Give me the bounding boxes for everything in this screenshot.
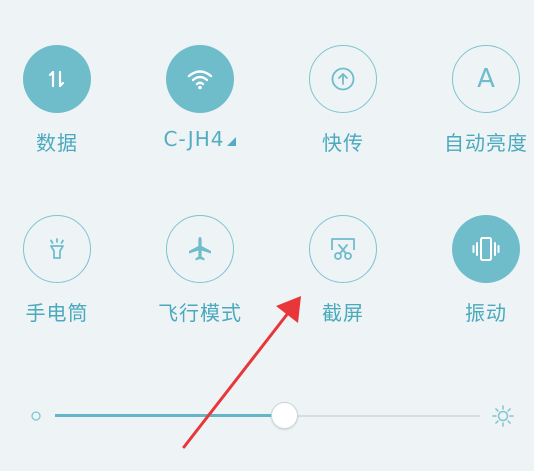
wifi-network-label: C-JH4: [145, 127, 255, 151]
wifi-icon: [187, 70, 213, 90]
wifi-ssid: C-JH4: [163, 127, 225, 151]
wifi-toggle-button[interactable]: [166, 45, 234, 113]
tile-label: 手电筒: [25, 301, 89, 325]
airplane-icon: [189, 237, 211, 261]
tile-data[interactable]: 数据: [2, 45, 112, 156]
flashlight-button[interactable]: [23, 215, 91, 283]
tile-vibrate[interactable]: 振动: [431, 215, 534, 326]
quick-transfer-icon: [331, 67, 355, 91]
brightness-track-fill: [55, 414, 285, 417]
vibrate-icon: [472, 237, 500, 261]
tile-auto-brightness[interactable]: A 自动亮度: [431, 45, 534, 156]
brightness-slider[interactable]: [0, 390, 534, 442]
data-icon: [48, 70, 65, 88]
flashlight-icon: [50, 238, 64, 259]
tile-label: 飞行模式: [158, 301, 242, 325]
auto-brightness-icon: A: [477, 64, 495, 94]
brightness-low-icon: [31, 411, 41, 421]
screenshot-icon: [331, 238, 355, 260]
tile-label: 数据: [36, 131, 78, 155]
auto-brightness-button[interactable]: A: [452, 45, 520, 113]
tile-label: 振动: [465, 301, 507, 325]
tile-quick-transfer[interactable]: 快传: [288, 45, 398, 156]
tile-label: 快传: [322, 131, 364, 155]
tile-label: 自动亮度: [444, 131, 528, 155]
tile-flashlight[interactable]: 手电筒: [2, 215, 112, 326]
data-toggle-button[interactable]: [23, 45, 91, 113]
tile-label: 截屏: [322, 301, 364, 325]
vibrate-toggle-button[interactable]: [452, 215, 520, 283]
wifi-signal-indicator: [227, 137, 237, 146]
quick-transfer-button[interactable]: [309, 45, 377, 113]
brightness-high-icon: [492, 405, 514, 427]
tile-airplane-mode[interactable]: 飞行模式: [145, 215, 255, 326]
screenshot-button[interactable]: [309, 215, 377, 283]
airplane-mode-button[interactable]: [166, 215, 234, 283]
brightness-slider-handle[interactable]: [271, 402, 298, 429]
tile-wifi[interactable]: C-JH4: [145, 45, 255, 151]
tile-screenshot[interactable]: 截屏: [288, 215, 398, 326]
